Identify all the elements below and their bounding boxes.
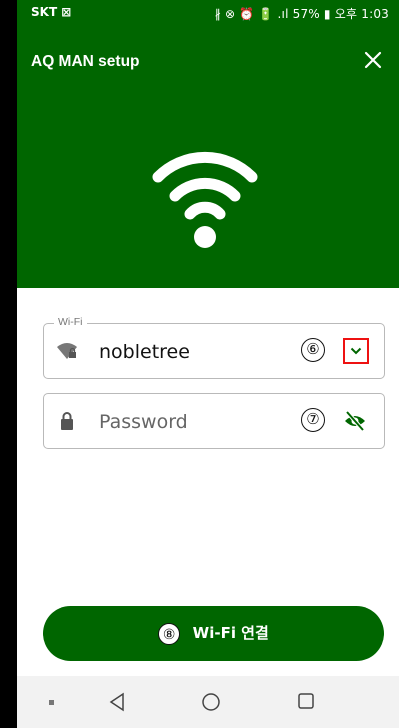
close-icon[interactable]: [361, 48, 385, 72]
step-marker-7: ⑦: [301, 408, 325, 432]
lock-icon: [61, 412, 73, 430]
wifi-lock-icon: [57, 343, 77, 359]
chevron-down-icon: [350, 347, 362, 355]
password-field[interactable]: Password ⑦: [43, 393, 385, 449]
wifi-connect-button[interactable]: ⑧ Wi-Fi 연결: [43, 606, 384, 661]
setup-header: AQ MAN setup: [17, 26, 399, 288]
wifi-ssid-value: nobletree: [99, 341, 190, 363]
wifi-select-field[interactable]: Wi-Fi nobletree ⑥: [43, 316, 385, 379]
eye-off-icon[interactable]: [343, 410, 367, 432]
page-title: AQ MAN setup: [31, 53, 140, 70]
wifi-icon: [152, 151, 258, 248]
app-screen: SKT ⊠ ∦ ⊗ ⏰ 🔋 .ıl 57% ▮ 오후 1:03 AQ MAN s…: [17, 0, 399, 728]
back-icon[interactable]: [108, 692, 126, 712]
system-nav-bar: [17, 676, 399, 728]
wifi-legend: Wi-Fi: [54, 316, 87, 328]
carrier-label: SKT ⊠: [31, 5, 72, 19]
step-marker-8: ⑧: [158, 622, 181, 645]
square-dot-icon[interactable]: [49, 700, 54, 705]
wifi-dropdown-button[interactable]: [343, 338, 369, 364]
home-icon[interactable]: [201, 692, 221, 712]
password-placeholder: Password: [99, 411, 188, 433]
recent-apps-icon[interactable]: [297, 692, 315, 710]
connect-button-label: Wi-Fi 연결: [192, 624, 269, 642]
status-indicators: ∦ ⊗ ⏰ 🔋 .ıl 57% ▮ 오후 1:03: [214, 7, 389, 21]
step-marker-6: ⑥: [301, 338, 325, 362]
status-bar: SKT ⊠ ∦ ⊗ ⏰ 🔋 .ıl 57% ▮ 오후 1:03: [17, 0, 399, 26]
